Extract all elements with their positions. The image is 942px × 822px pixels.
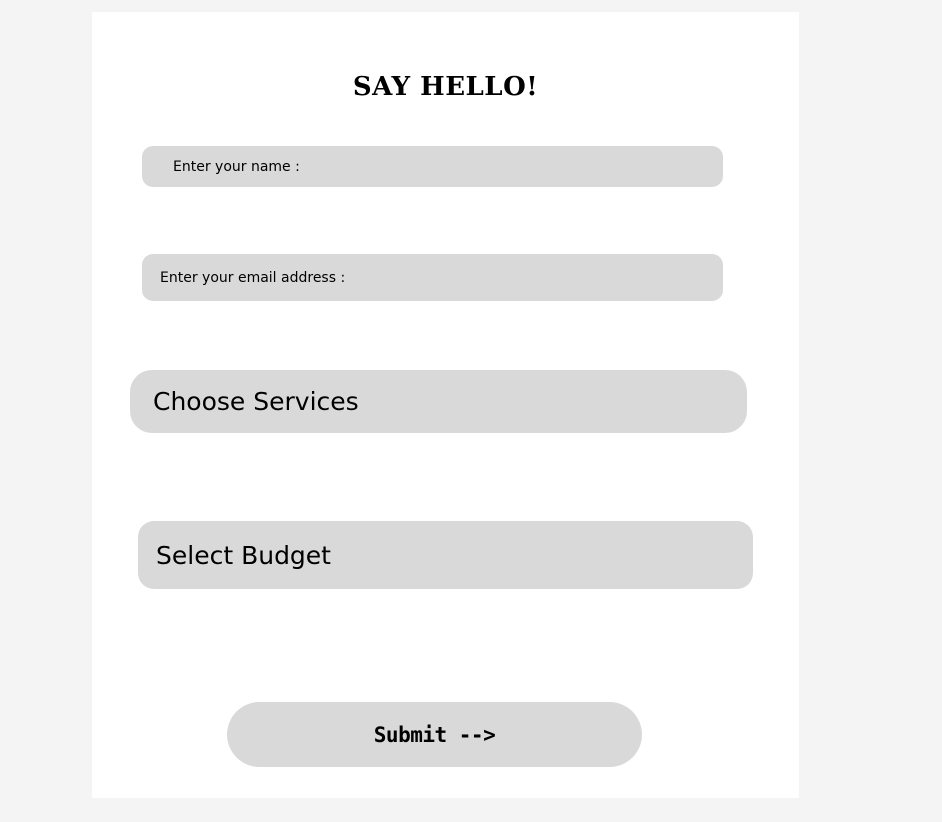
form-title: SAY HELLO! — [352, 72, 539, 102]
contact-form-card: SAY HELLO! Enter your name : Enter your … — [92, 12, 799, 798]
budget-select-label: Select Budget — [156, 540, 331, 570]
submit-button-label: Submit --> — [373, 722, 496, 747]
email-placeholder: Enter your email address : — [160, 269, 346, 286]
services-select[interactable]: Choose Services — [130, 370, 747, 433]
services-select-label: Choose Services — [153, 387, 359, 416]
budget-select[interactable]: Select Budget — [138, 521, 753, 589]
submit-button[interactable]: Submit --> — [227, 702, 642, 767]
name-placeholder: Enter your name : — [173, 158, 300, 175]
name-input[interactable]: Enter your name : — [142, 146, 723, 187]
email-input[interactable]: Enter your email address : — [142, 254, 723, 301]
